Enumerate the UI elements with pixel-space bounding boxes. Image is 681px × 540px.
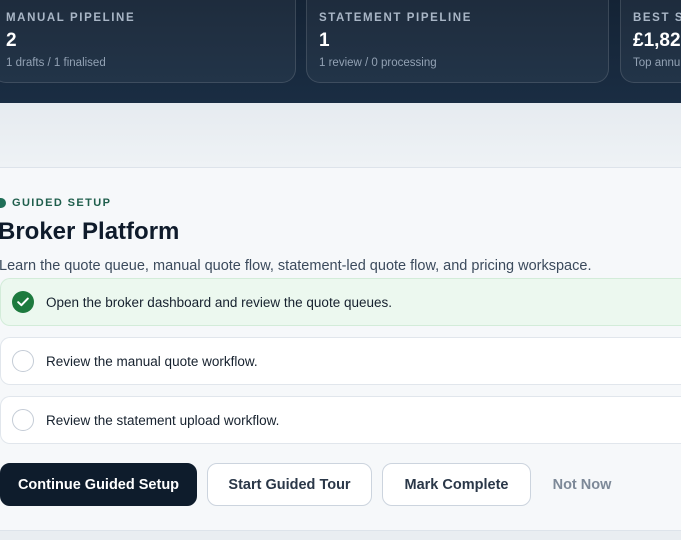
- step-label: Review the manual quote workflow.: [46, 353, 258, 369]
- guided-setup-eyebrow: GUIDED SETUP: [0, 197, 111, 209]
- step-label: Review the statement upload workflow.: [46, 412, 280, 428]
- check-circle-icon[interactable]: [12, 291, 34, 313]
- empty-circle-icon[interactable]: [12, 409, 34, 431]
- setup-step-dashboard[interactable]: Open the broker dashboard and review the…: [0, 278, 681, 326]
- mark-complete-button[interactable]: Mark Complete: [382, 463, 531, 506]
- stat-sub: 1 review / 0 processing: [319, 57, 437, 69]
- not-now-button[interactable]: Not Now: [541, 463, 623, 506]
- stat-value: 2: [6, 30, 17, 51]
- stat-label: BEST S: [633, 12, 681, 24]
- guide-description: Learn the quote queue, manual quote flow…: [0, 258, 592, 274]
- setup-step-manual-quote[interactable]: Review the manual quote workflow.: [0, 337, 681, 385]
- stat-label: MANUAL PIPELINE: [6, 12, 136, 24]
- footer-band: [0, 531, 681, 540]
- spacer-band: [0, 103, 681, 167]
- start-guided-tour-button[interactable]: Start Guided Tour: [207, 463, 372, 506]
- stats-header: MANUAL PIPELINE 2 1 drafts / 1 finalised…: [0, 0, 681, 103]
- eyebrow-label: GUIDED SETUP: [12, 197, 112, 209]
- continue-guided-setup-button[interactable]: Continue Guided Setup: [0, 463, 197, 506]
- stat-card-statement-pipeline[interactable]: STATEMENT PIPELINE 1 1 review / 0 proces…: [306, 0, 609, 83]
- page-title: Broker Platform: [0, 218, 180, 245]
- step-label: Open the broker dashboard and review the…: [46, 294, 392, 310]
- stat-value: 1: [319, 30, 330, 51]
- stat-sub: Top annu: [633, 57, 681, 69]
- stat-card-best-saving[interactable]: BEST S £1,820 Top annu: [620, 0, 681, 83]
- stat-card-manual-pipeline[interactable]: MANUAL PIPELINE 2 1 drafts / 1 finalised: [0, 0, 296, 83]
- stat-value: £1,820: [633, 30, 681, 51]
- setup-step-statement-upload[interactable]: Review the statement upload workflow.: [0, 396, 681, 444]
- stat-sub: 1 drafts / 1 finalised: [6, 57, 106, 69]
- stat-label: STATEMENT PIPELINE: [319, 12, 472, 24]
- status-dot-icon: [0, 198, 6, 208]
- empty-circle-icon[interactable]: [12, 350, 34, 372]
